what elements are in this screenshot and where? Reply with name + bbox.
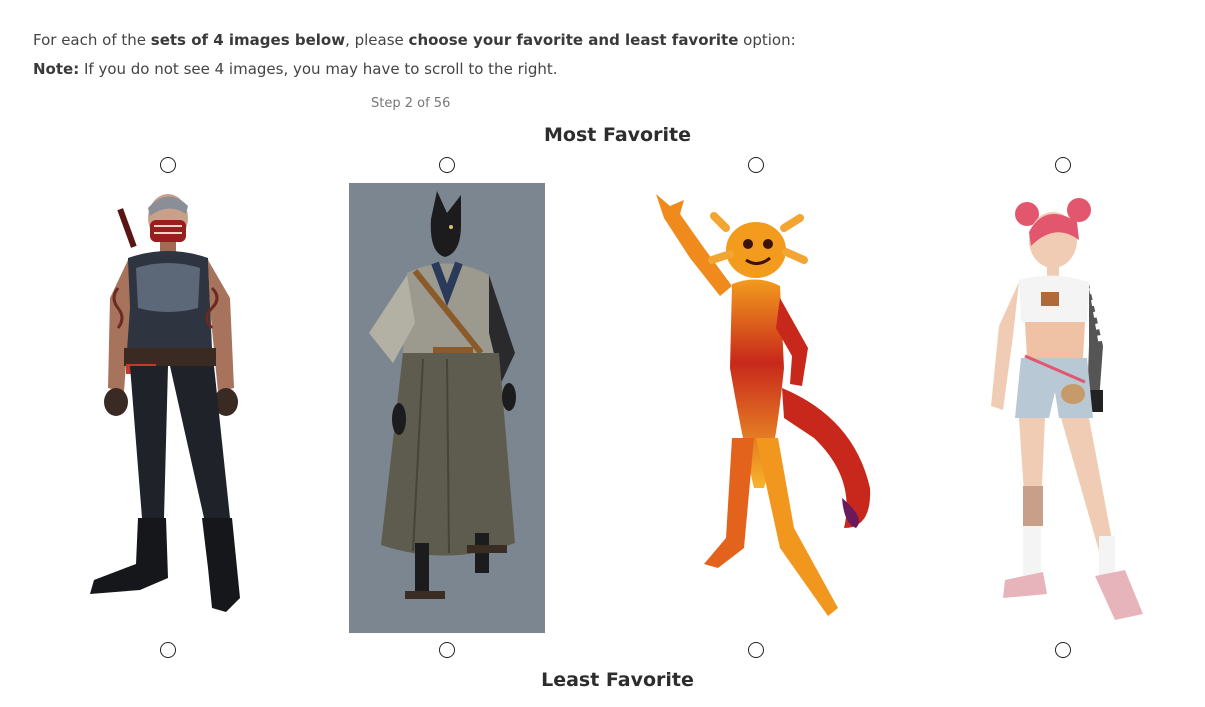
option-image-1[interactable] <box>80 188 260 628</box>
least-favorite-heading: Least Favorite <box>541 669 694 691</box>
step-indicator: Step 2 of 56 <box>371 96 451 111</box>
instruction-bold-text: sets of 4 images below <box>150 31 346 49</box>
survey-page: For each of the sets of 4 images below, … <box>0 0 1205 707</box>
cat-samurai-icon <box>349 183 545 633</box>
instruction-text: , please <box>345 31 409 49</box>
instruction-text: For each of the <box>33 31 151 49</box>
option-image-2[interactable] <box>349 183 545 633</box>
option-image-4[interactable] <box>975 196 1160 624</box>
note-line: Note: If you do not see 4 images, you ma… <box>33 59 796 79</box>
instructions: For each of the sets of 4 images below, … <box>33 30 796 79</box>
most-favorite-radio-3[interactable] <box>748 157 764 173</box>
most-favorite-radio-1[interactable] <box>160 157 176 173</box>
fire-axolotl-icon <box>656 194 871 616</box>
most-favorite-radio-4[interactable] <box>1055 157 1071 173</box>
least-favorite-radio-4[interactable] <box>1055 642 1071 658</box>
instruction-bold-text: choose your favorite and least favorite <box>408 31 739 49</box>
masked-soldier-icon <box>90 194 240 612</box>
least-favorite-radio-2[interactable] <box>439 642 455 658</box>
note-text: If you do not see 4 images, you may have… <box>79 60 558 78</box>
most-favorite-heading: Most Favorite <box>544 124 691 146</box>
pink-hair-girl-icon <box>991 198 1143 620</box>
most-favorite-radio-2[interactable] <box>439 157 455 173</box>
instruction-line: For each of the sets of 4 images below, … <box>33 30 796 50</box>
note-label: Note: <box>33 60 80 78</box>
instruction-text: option: <box>738 31 796 49</box>
option-image-3[interactable] <box>644 188 884 620</box>
least-favorite-radio-3[interactable] <box>748 642 764 658</box>
least-favorite-radio-1[interactable] <box>160 642 176 658</box>
